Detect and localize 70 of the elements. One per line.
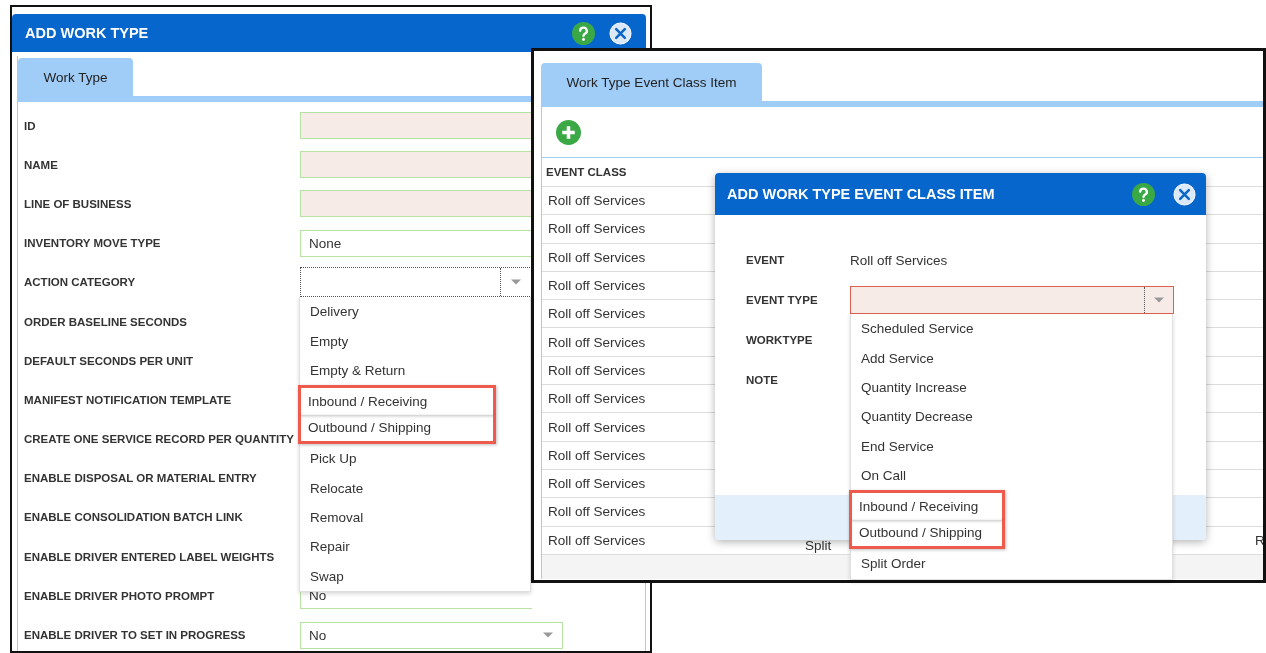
column-header: EVENT CLASS bbox=[545, 165, 628, 178]
dropdown-option[interactable]: End Service bbox=[851, 431, 1172, 461]
select-field[interactable] bbox=[300, 267, 532, 298]
input-field[interactable] bbox=[300, 190, 532, 218]
close-icon[interactable] bbox=[1173, 182, 1196, 206]
dropdown-option[interactable]: Outbound / Shipping bbox=[849, 519, 1005, 550]
field-label: NOTE bbox=[746, 374, 779, 386]
table-cell-text: Roll off Services bbox=[547, 362, 646, 378]
field-label: CREATE ONE SERVICE RECORD PER QUANTITY bbox=[24, 433, 295, 446]
select-field[interactable]: No bbox=[300, 621, 563, 649]
close-icon[interactable] bbox=[609, 21, 632, 45]
table-cell-text: Roll off Services bbox=[547, 193, 646, 209]
dropdown-option[interactable]: Pick Up bbox=[300, 443, 530, 474]
dropdown-option[interactable]: Quantity Decrease bbox=[851, 402, 1172, 432]
dropdown-option[interactable]: Split Order bbox=[851, 549, 1172, 579]
field-label: ENABLE CONSOLIDATION BATCH LINK bbox=[24, 511, 244, 524]
dropdown-option[interactable]: Empty bbox=[300, 326, 530, 356]
field-label: MANIFEST NOTIFICATION TEMPLATE bbox=[24, 393, 233, 406]
caret-icon[interactable] bbox=[1153, 297, 1165, 303]
tab[interactable]: Work Type Event Class Item bbox=[541, 63, 762, 101]
help-icon[interactable] bbox=[572, 21, 595, 45]
dropdown-option[interactable]: Quantity Increase bbox=[851, 372, 1172, 403]
field-label: ENABLE DRIVER ENTERED LABEL WEIGHTS bbox=[24, 550, 276, 563]
field-label: ENABLE DISPOSAL OR MATERIAL ENTRY bbox=[24, 472, 258, 485]
table-cell-text: Roll off Services bbox=[547, 391, 646, 407]
field-label: ORDER BASELINE SECONDS bbox=[24, 315, 188, 328]
caret-icon[interactable] bbox=[510, 279, 522, 286]
table-cell-text: Roll off Services bbox=[547, 447, 646, 463]
field-label: EVENT bbox=[746, 254, 786, 266]
field-label: ENABLE DRIVER TO SET IN PROGRESS bbox=[24, 629, 247, 642]
dialog-title: ADD WORK TYPE EVENT CLASS ITEM bbox=[727, 186, 996, 202]
field-label: WORKTYPE bbox=[746, 334, 814, 346]
table-cell-text: Roll off Services bbox=[547, 221, 646, 237]
field-label: ID bbox=[24, 119, 37, 132]
table-cell-text: Roll off Services bbox=[547, 419, 646, 435]
dropdown-option[interactable]: Outbound / Shipping bbox=[298, 414, 496, 444]
table-cell-text: Roll off Services bbox=[547, 476, 646, 492]
field-value: Roll off Services bbox=[850, 252, 948, 268]
field-label: ACTION CATEGORY bbox=[24, 276, 137, 289]
field-label: EVENT TYPE bbox=[746, 294, 819, 306]
table-cell-text: Roll off Services bbox=[547, 504, 646, 520]
help-icon[interactable] bbox=[1132, 182, 1155, 206]
field-label: LINE OF BUSINESS bbox=[24, 197, 133, 210]
table-cell-text: Roll off Services bbox=[547, 334, 646, 350]
add-icon[interactable] bbox=[556, 119, 581, 145]
dropdown-option[interactable]: On Call bbox=[851, 460, 1172, 491]
dropdown-option[interactable]: Repair bbox=[300, 532, 530, 562]
field-label: NAME bbox=[24, 158, 59, 171]
dropdown-option[interactable]: Add Service bbox=[851, 343, 1172, 373]
input-field[interactable] bbox=[300, 112, 532, 140]
table-cell-text: Roll off Services bbox=[547, 278, 646, 294]
dropdown-option[interactable]: Delivery bbox=[300, 297, 530, 327]
table-cell-text: Split bbox=[804, 537, 832, 554]
table-cell-text: Roll off Services bbox=[547, 306, 646, 322]
table-cell-text: Roll off Services bbox=[547, 532, 646, 548]
field-label: DEFAULT SECONDS PER UNIT bbox=[24, 354, 195, 367]
dropdown-option[interactable]: Inbound / Receiving bbox=[298, 385, 496, 415]
input-field[interactable] bbox=[300, 151, 532, 179]
field-label: INVENTORY MOVE TYPE bbox=[24, 237, 162, 250]
table-cell-text: Roll off Services bbox=[547, 249, 646, 265]
dropdown-option[interactable]: Empty & Return bbox=[300, 355, 530, 386]
tab[interactable]: Work Type bbox=[18, 58, 133, 96]
dropdown-option[interactable]: Relocate bbox=[300, 473, 530, 503]
dropdown-option[interactable]: Scheduled Service bbox=[851, 314, 1172, 344]
field-label: ENABLE DRIVER PHOTO PROMPT bbox=[24, 589, 216, 602]
dialog-title: ADD WORK TYPE bbox=[25, 25, 150, 41]
dropdown-option[interactable]: Removal bbox=[300, 502, 530, 533]
select-field[interactable]: None bbox=[300, 229, 532, 257]
caret-icon[interactable] bbox=[542, 632, 554, 639]
select-field[interactable] bbox=[850, 286, 1174, 314]
